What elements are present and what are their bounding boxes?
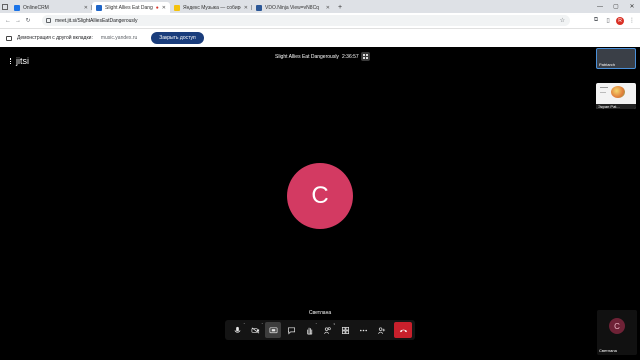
recording-indicator-icon: ● <box>155 4 159 11</box>
url-text: meet.jit.si/SlightAlliesEatDangerously <box>55 17 138 24</box>
jitsi-logo-icon <box>10 58 14 64</box>
layout-toggle-button[interactable] <box>361 52 370 61</box>
screen-share-button[interactable] <box>265 322 281 338</box>
caret-icon[interactable]: ^ <box>244 322 245 326</box>
conference-title: Slight Allies Eat Dangerously <box>275 54 339 60</box>
hangup-icon <box>399 329 407 332</box>
meeting-toolbar: ^ ^ ^ 3 <box>225 320 415 340</box>
tab-jitsi-meeting[interactable]: Slight Allies Eat Dangerously ● ✕ <box>92 2 170 13</box>
more-icon <box>359 329 367 331</box>
leave-meeting-button[interactable] <box>394 322 412 338</box>
shared-domain: music.yandex.ru <box>100 35 138 41</box>
raise-hand-button[interactable]: ^ <box>301 322 317 338</box>
chat-icon <box>287 326 295 335</box>
tile-view-button[interactable] <box>337 322 353 338</box>
caret-icon[interactable]: ^ <box>262 322 263 326</box>
close-tab-icon[interactable]: ✕ <box>162 5 166 11</box>
bookmark-star-icon[interactable]: ☆ <box>560 17 565 24</box>
camera-button[interactable]: ^ <box>247 322 263 338</box>
invite-button[interactable] <box>373 322 389 338</box>
site-info-icon[interactable] <box>46 18 51 23</box>
grid-icon <box>363 54 368 59</box>
meeting-stage: jitsi Slight Allies Eat Dangerously 2:36… <box>0 47 640 360</box>
yandex-music-favicon-icon <box>174 4 180 11</box>
vdo-ninja-favicon-icon <box>256 4 262 11</box>
browser-navbar: ← → ↻ meet.jit.si/SlightAlliesEatDangero… <box>0 13 640 28</box>
jitsi-favicon-icon <box>96 4 102 11</box>
browser-actions: ⧉ ▯ R ⋮ <box>592 15 636 26</box>
side-panel-icon[interactable]: ▯ <box>604 17 612 25</box>
forward-icon[interactable]: → <box>13 18 23 24</box>
browser-menu-icon[interactable]: ⋮ <box>628 17 636 25</box>
tab-vdo-ninja[interactable]: VDO.Ninja View=vN8Cq ✕ <box>252 2 334 13</box>
shared-screen-preview-line <box>600 87 608 88</box>
tab-search-icon[interactable] <box>0 0 10 13</box>
close-window-icon[interactable]: ✕ <box>624 3 640 10</box>
self-name: Светлана <box>599 348 617 353</box>
shared-screen-preview-line <box>600 92 606 93</box>
reload-icon[interactable]: ↻ <box>23 17 33 24</box>
chat-button[interactable] <box>283 322 299 338</box>
tab-title: Slight Allies Eat Dangerously <box>105 4 153 11</box>
dominant-speaker-name: Светлана <box>308 310 332 316</box>
invite-icon <box>377 326 385 334</box>
close-tab-icon[interactable]: ✕ <box>84 5 88 11</box>
dominant-speaker-avatar: C <box>287 163 353 229</box>
screen-share-icon <box>6 35 12 41</box>
participants-button[interactable]: 3 <box>319 322 335 338</box>
microphone-icon <box>234 326 240 333</box>
tab-title: OnlineCRM <box>23 4 49 11</box>
participants-icon <box>323 326 331 334</box>
participant-count: 3 <box>333 322 335 326</box>
self-avatar: C <box>609 318 625 334</box>
tab-onlinecrm[interactable]: OnlineCRM ✕ <box>10 2 92 13</box>
tab-title: Яндекс Музыка — собирем... <box>183 4 241 11</box>
tab-yandex-music[interactable]: Яндекс Музыка — собирем... ✕ <box>170 2 252 13</box>
camera-icon <box>251 327 259 333</box>
caret-icon[interactable]: ^ <box>316 322 317 326</box>
share-message: Демонстрация с другой вкладки: <box>17 35 93 41</box>
raise-hand-icon <box>306 327 312 335</box>
onlinecrm-favicon-icon <box>14 4 20 11</box>
browser-tab-strip: OnlineCRM ✕ Slight Allies Eat Dangerousl… <box>0 0 640 13</box>
conference-timer: 2:36:57 <box>342 54 359 60</box>
minimize-icon[interactable]: — <box>592 4 608 10</box>
extensions-icon[interactable]: ⧉ <box>592 17 600 25</box>
tile-view-icon <box>341 326 349 334</box>
close-tab-icon[interactable]: ✕ <box>244 5 248 11</box>
maximize-icon[interactable]: ▢ <box>608 3 624 10</box>
self-view-thumbnail[interactable]: C Светлана <box>597 310 637 355</box>
participant-name: Экран Pat... <box>596 104 636 109</box>
screen-share-infobar: Демонстрация с другой вкладки: music.yan… <box>0 28 640 47</box>
profile-avatar[interactable]: R <box>616 16 624 25</box>
jitsi-logo[interactable]: jitsi <box>10 56 29 66</box>
tab-title: VDO.Ninja View=vN8Cq <box>265 4 319 11</box>
shared-screen-preview-image <box>611 86 625 98</box>
new-tab-button[interactable]: + <box>334 2 346 13</box>
screen-share-thumbnail[interactable]: Экран Pat... <box>596 83 636 109</box>
participant-thumbnail[interactable]: Patriarch <box>596 48 636 69</box>
stop-sharing-button[interactable]: Закрыть доступ <box>151 32 204 44</box>
window-controls: — ▢ ✕ <box>592 0 640 13</box>
close-tab-icon[interactable]: ✕ <box>326 5 330 11</box>
logo-text: jitsi <box>16 56 29 66</box>
back-icon[interactable]: ← <box>3 18 13 24</box>
microphone-button[interactable]: ^ <box>229 322 245 338</box>
address-bar[interactable]: meet.jit.si/SlightAlliesEatDangerously ☆ <box>42 15 570 26</box>
participant-name: Patriarch <box>599 62 616 67</box>
more-actions-button[interactable] <box>355 322 371 338</box>
screen-share-icon <box>269 326 277 333</box>
